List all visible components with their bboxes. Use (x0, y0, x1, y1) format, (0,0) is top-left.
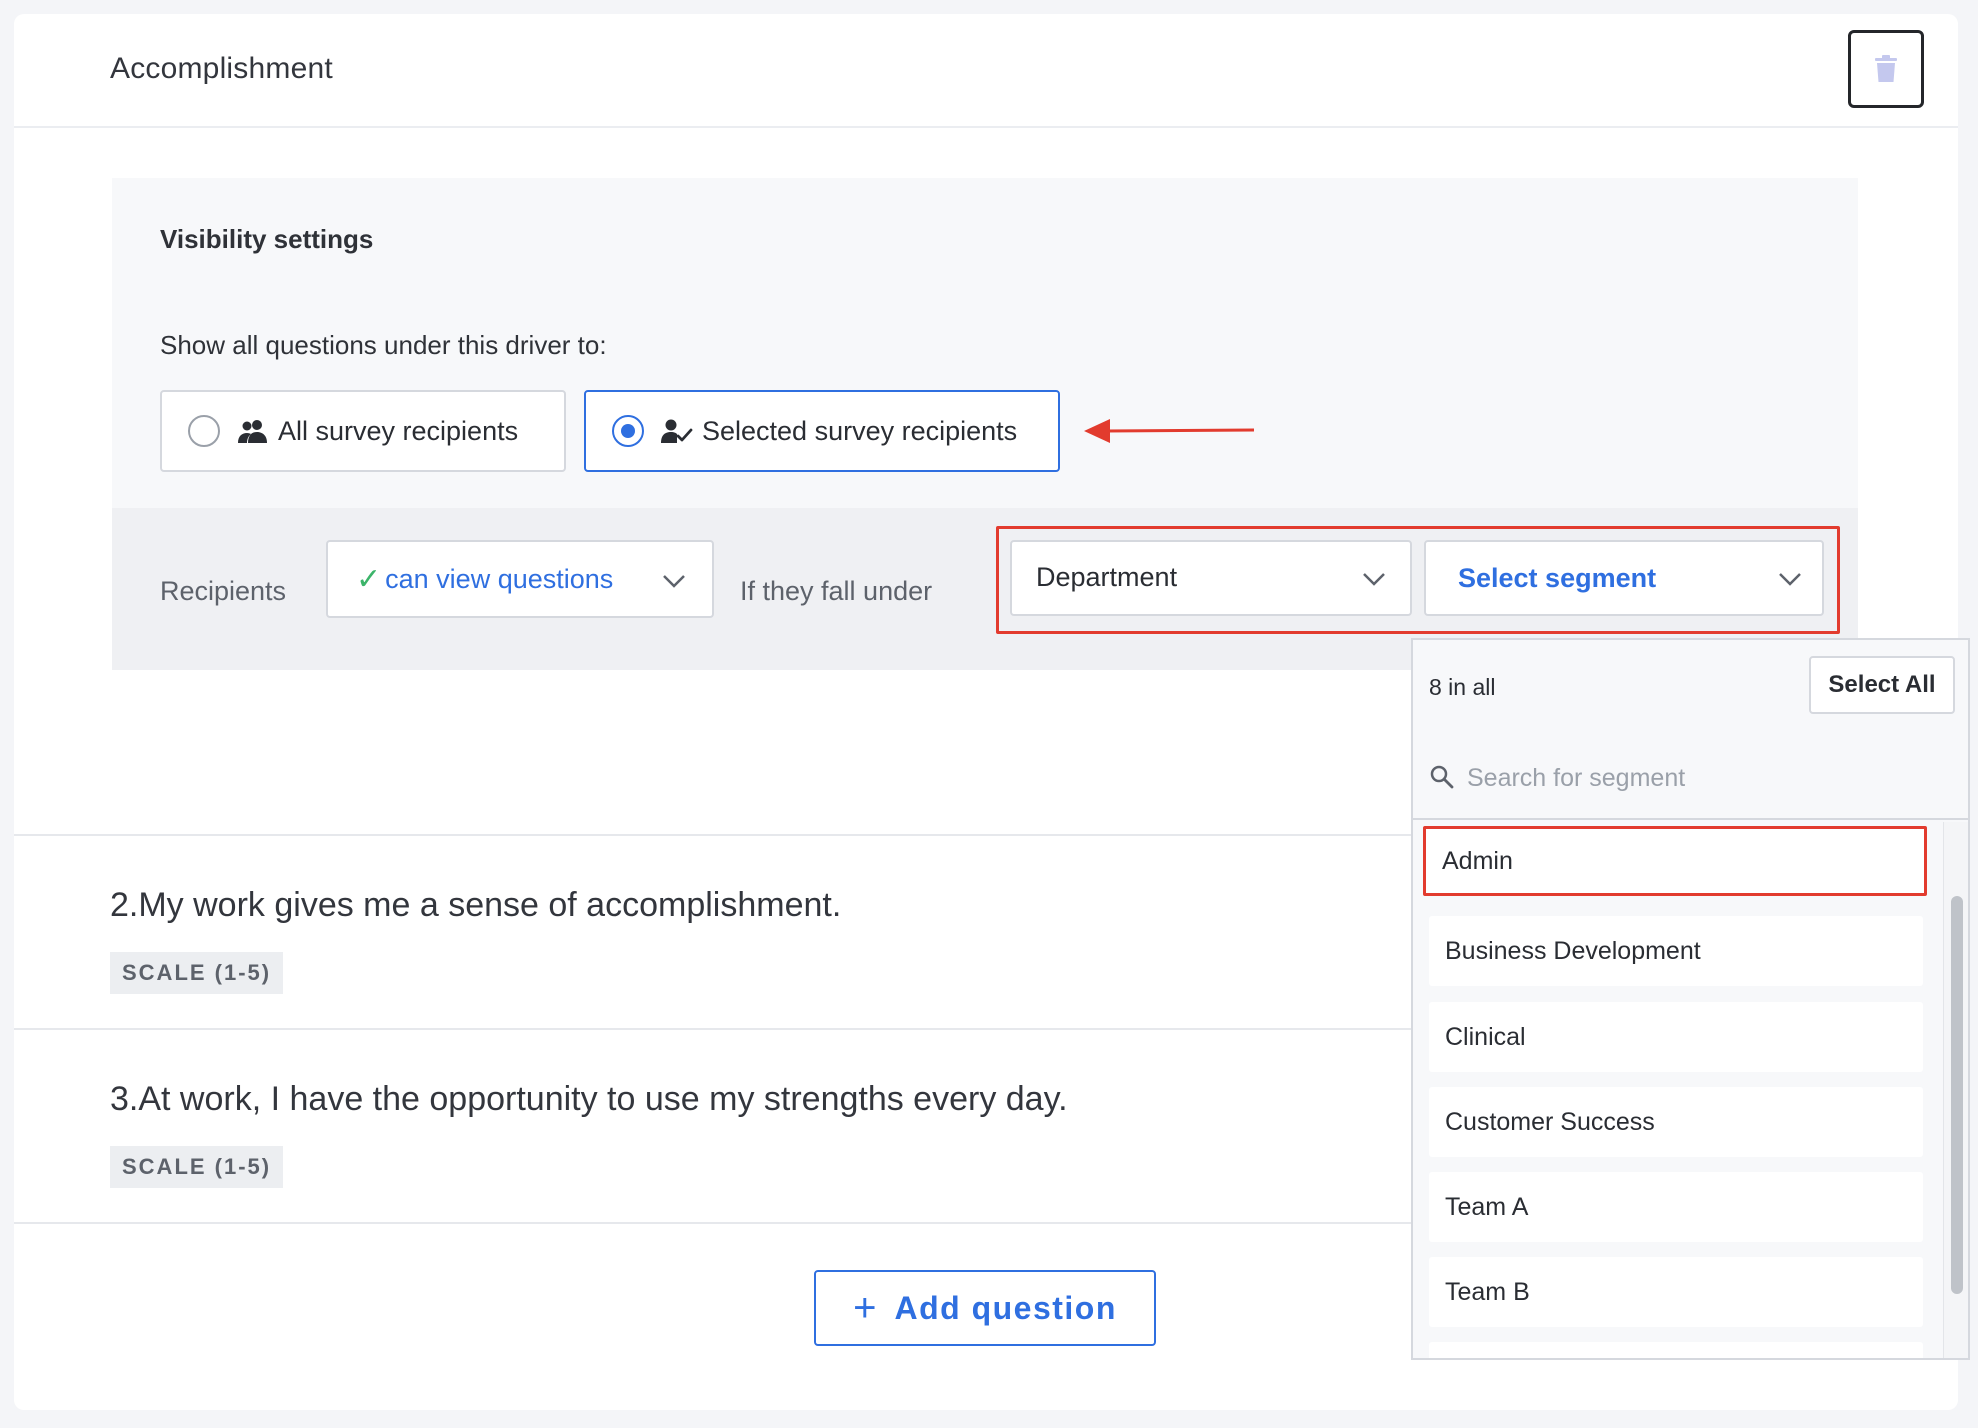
radio-all-recipients[interactable] (188, 415, 220, 447)
segment-item-clinical[interactable]: Clinical (1429, 1002, 1923, 1072)
option-all-label: All survey recipients (278, 415, 519, 446)
question-type-badge: SCALE (1-5) (110, 952, 284, 994)
option-selected-label: Selected survey recipients (702, 415, 1018, 446)
check-icon: ✓ (356, 562, 382, 596)
driver-header: Accomplishment (14, 14, 1958, 128)
segment-placeholder: Select segment (1458, 563, 1657, 593)
segment-list: Admin Business Development Clinical Cust… (1413, 822, 1968, 1358)
segment-search (1413, 738, 1968, 820)
question-type-badge: SCALE (1-5) (110, 1146, 284, 1188)
filter-category-value: Department (1036, 562, 1178, 592)
chevron-down-icon (1779, 573, 1801, 586)
driver-title: Accomplishment (110, 52, 333, 85)
show-questions-label: Show all questions under this driver to: (160, 330, 607, 360)
trash-icon (1875, 55, 1897, 82)
group-icon (238, 420, 267, 443)
chevron-down-icon (663, 575, 685, 588)
annotation-arrow-icon (1084, 419, 1255, 443)
segment-item-admin[interactable]: Admin (1423, 826, 1927, 896)
question-text[interactable]: 3.At work, I have the opportunity to use… (110, 1080, 1068, 1119)
segment-item-customer-success[interactable]: Customer Success (1429, 1087, 1923, 1157)
option-selected-recipients[interactable]: Selected survey recipients (584, 390, 1060, 472)
permission-value: can view questions (385, 563, 614, 594)
add-question-button[interactable]: + Add question (814, 1270, 1156, 1346)
segment-item-team-a[interactable]: Team A (1429, 1172, 1923, 1242)
segment-count: 8 in all (1429, 674, 1496, 700)
person-check-icon (661, 419, 693, 443)
segment-search-input[interactable] (1467, 754, 1947, 802)
permission-select[interactable]: ✓ can view questions (326, 540, 714, 618)
select-all-button[interactable]: Select All (1809, 656, 1955, 714)
recipients-label: Recipients (160, 576, 287, 606)
segment-item-business-development[interactable]: Business Development (1429, 916, 1923, 986)
segment-item-partial[interactable] (1429, 1342, 1923, 1358)
radio-selected-recipients[interactable] (612, 415, 644, 447)
visibility-title: Visibility settings (160, 224, 374, 254)
delete-driver-button[interactable] (1848, 30, 1924, 108)
scrollbar-thumb[interactable] (1951, 896, 1963, 1294)
segment-item-team-b[interactable]: Team B (1429, 1257, 1923, 1327)
fall-under-label: If they fall under (740, 576, 933, 606)
filter-category-select[interactable]: Department (1010, 540, 1412, 616)
segment-select[interactable]: Select segment (1424, 540, 1824, 616)
option-all-recipients[interactable]: All survey recipients (160, 390, 566, 472)
segment-list-scrollbar[interactable] (1943, 822, 1968, 1358)
search-icon (1430, 765, 1454, 789)
question-text[interactable]: 2.My work gives me a sense of accomplish… (110, 886, 841, 925)
add-question-label: Add question (894, 1289, 1117, 1326)
plus-icon: + (853, 1286, 877, 1330)
chevron-down-icon (1363, 573, 1385, 586)
segment-dropdown: 8 in all Select All Admin Business Devel… (1411, 638, 1970, 1360)
